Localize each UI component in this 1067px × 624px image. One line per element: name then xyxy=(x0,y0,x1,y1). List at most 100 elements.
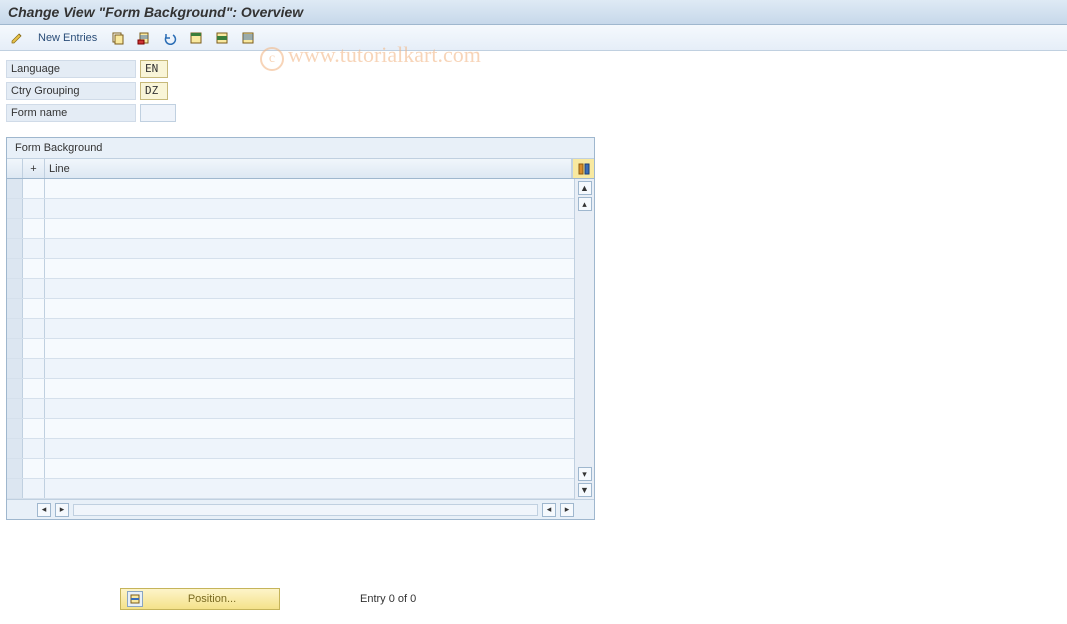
select-all-icon[interactable] xyxy=(185,28,207,48)
scroll-down-step-icon[interactable]: ▾ xyxy=(578,467,592,481)
row-plus-cell[interactable] xyxy=(23,419,45,438)
row-line-cell[interactable] xyxy=(45,259,574,278)
row-selector[interactable] xyxy=(7,259,23,278)
scroll-left-first-icon[interactable]: ◂ xyxy=(37,503,51,517)
table-row[interactable] xyxy=(7,279,574,299)
copy-icon[interactable] xyxy=(107,28,129,48)
row-plus-cell[interactable] xyxy=(23,319,45,338)
table-row[interactable] xyxy=(7,299,574,319)
row-selector[interactable] xyxy=(7,299,23,318)
row-line-cell[interactable] xyxy=(45,419,574,438)
row-plus-cell[interactable] xyxy=(23,399,45,418)
row-plus-cell[interactable] xyxy=(23,379,45,398)
form-name-label: Form name xyxy=(6,104,136,122)
table-row[interactable] xyxy=(7,439,574,459)
row-selector[interactable] xyxy=(7,239,23,258)
row-selector[interactable] xyxy=(7,479,23,498)
row-line-cell[interactable] xyxy=(45,299,574,318)
row-selector[interactable] xyxy=(7,319,23,338)
grid-col-line[interactable]: Line xyxy=(45,159,572,178)
vertical-scrollbar[interactable]: ▲ ▴ ▾ ▼ xyxy=(574,179,594,499)
entry-count: Entry 0 of 0 xyxy=(360,593,416,605)
grid-configure-icon[interactable] xyxy=(572,159,594,178)
footer: Position... Entry 0 of 0 xyxy=(0,588,1067,610)
row-line-cell[interactable] xyxy=(45,199,574,218)
row-plus-cell[interactable] xyxy=(23,299,45,318)
row-selector[interactable] xyxy=(7,199,23,218)
delete-icon[interactable] xyxy=(133,28,155,48)
undo-icon[interactable] xyxy=(159,28,181,48)
scroll-track[interactable] xyxy=(73,504,538,516)
form-name-field[interactable] xyxy=(140,104,176,122)
row-plus-cell[interactable] xyxy=(23,179,45,198)
page-title: Change View "Form Background": Overview xyxy=(0,0,1067,25)
deselect-icon[interactable] xyxy=(237,28,259,48)
scroll-right-icon[interactable]: ◂ xyxy=(542,503,556,517)
table-row[interactable] xyxy=(7,339,574,359)
grid-title: Form Background xyxy=(7,138,594,159)
scroll-down-icon[interactable]: ▼ xyxy=(578,483,592,497)
row-line-cell[interactable] xyxy=(45,319,574,338)
row-plus-cell[interactable] xyxy=(23,439,45,458)
grid-header: + Line xyxy=(7,159,594,179)
row-line-cell[interactable] xyxy=(45,279,574,298)
table-row[interactable] xyxy=(7,219,574,239)
horizontal-scrollbar[interactable]: ◂ ▸ ◂ ▸ xyxy=(7,499,594,519)
ctry-grouping-label: Ctry Grouping xyxy=(6,82,136,100)
position-button[interactable]: Position... xyxy=(120,588,280,610)
row-line-cell[interactable] xyxy=(45,479,574,498)
ctry-grouping-field[interactable]: DZ xyxy=(140,82,168,100)
row-selector[interactable] xyxy=(7,439,23,458)
row-line-cell[interactable] xyxy=(45,239,574,258)
scroll-left-icon[interactable]: ▸ xyxy=(55,503,69,517)
table-row[interactable] xyxy=(7,179,574,199)
table-row[interactable] xyxy=(7,239,574,259)
row-plus-cell[interactable] xyxy=(23,339,45,358)
table-row[interactable] xyxy=(7,379,574,399)
row-selector[interactable] xyxy=(7,379,23,398)
scroll-up-icon[interactable]: ▲ xyxy=(578,181,592,195)
row-selector[interactable] xyxy=(7,179,23,198)
grid-rows xyxy=(7,179,574,499)
row-line-cell[interactable] xyxy=(45,339,574,358)
row-selector[interactable] xyxy=(7,419,23,438)
select-block-icon[interactable] xyxy=(211,28,233,48)
row-plus-cell[interactable] xyxy=(23,219,45,238)
row-selector[interactable] xyxy=(7,339,23,358)
row-line-cell[interactable] xyxy=(45,379,574,398)
table-row[interactable] xyxy=(7,259,574,279)
row-selector[interactable] xyxy=(7,219,23,238)
grid-col-plus[interactable]: + xyxy=(23,159,45,178)
row-selector[interactable] xyxy=(7,359,23,378)
row-selector[interactable] xyxy=(7,399,23,418)
row-plus-cell[interactable] xyxy=(23,199,45,218)
scroll-up-step-icon[interactable]: ▴ xyxy=(578,197,592,211)
edit-pencil-icon[interactable] xyxy=(6,28,28,48)
row-plus-cell[interactable] xyxy=(23,459,45,478)
row-plus-cell[interactable] xyxy=(23,259,45,278)
table-row[interactable] xyxy=(7,359,574,379)
row-line-cell[interactable] xyxy=(45,459,574,478)
form-background-grid: Form Background + Line ▲ ▴ ▾ ▼ ◂ ▸ ◂ ▸ xyxy=(6,137,595,520)
table-row[interactable] xyxy=(7,459,574,479)
row-line-cell[interactable] xyxy=(45,359,574,378)
row-line-cell[interactable] xyxy=(45,179,574,198)
table-row[interactable] xyxy=(7,419,574,439)
row-plus-cell[interactable] xyxy=(23,359,45,378)
row-line-cell[interactable] xyxy=(45,439,574,458)
table-row[interactable] xyxy=(7,199,574,219)
row-selector[interactable] xyxy=(7,279,23,298)
language-field[interactable]: EN xyxy=(140,60,168,78)
row-selector[interactable] xyxy=(7,459,23,478)
row-plus-cell[interactable] xyxy=(23,239,45,258)
row-plus-cell[interactable] xyxy=(23,479,45,498)
table-row[interactable] xyxy=(7,319,574,339)
grid-select-all-header[interactable] xyxy=(7,159,23,178)
scroll-right-last-icon[interactable]: ▸ xyxy=(560,503,574,517)
table-row[interactable] xyxy=(7,399,574,419)
row-plus-cell[interactable] xyxy=(23,279,45,298)
row-line-cell[interactable] xyxy=(45,219,574,238)
table-row[interactable] xyxy=(7,479,574,499)
new-entries-button[interactable]: New Entries xyxy=(32,32,103,44)
row-line-cell[interactable] xyxy=(45,399,574,418)
